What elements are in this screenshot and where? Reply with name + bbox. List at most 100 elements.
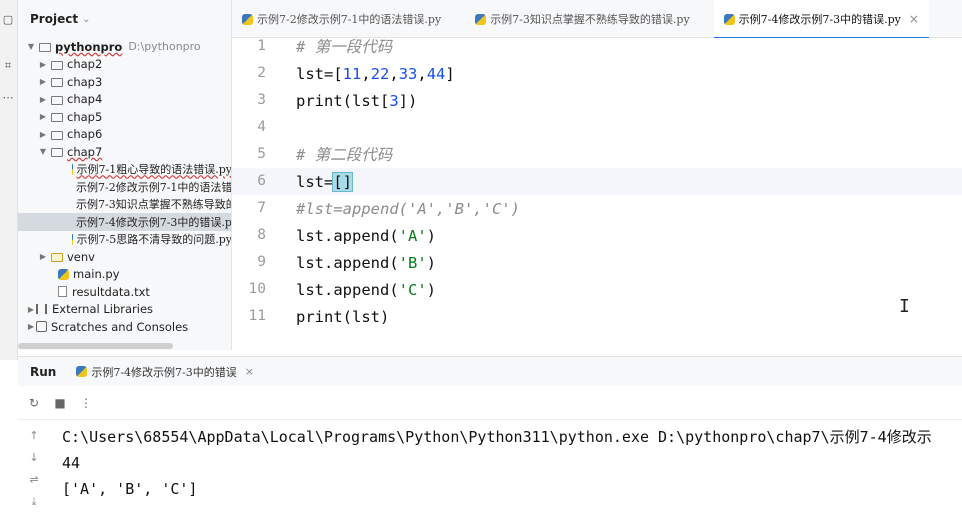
python-file-icon bbox=[723, 13, 735, 25]
code-line-1: # 第一段代码 bbox=[296, 34, 392, 61]
project-horizontal-scrollbar[interactable] bbox=[18, 343, 173, 349]
tree-file-7-5[interactable]: 示例7-5思路不清导致的问题.py bbox=[18, 231, 232, 249]
run-tool-header: Run 示例7-4修改示例7-3中的错误 × bbox=[18, 356, 962, 386]
tree-folder-chap7[interactable]: ▼ chap7 bbox=[18, 143, 231, 161]
folder-icon bbox=[51, 148, 63, 158]
scroll-to-end-icon[interactable]: ⤓ bbox=[24, 492, 44, 512]
root-folder-name: pythonpro bbox=[55, 39, 123, 54]
tab-7-3[interactable]: 示例7-3知识点掌握不熟练导致的错误.py bbox=[465, 0, 699, 38]
folder-icon bbox=[39, 43, 51, 53]
console-line: 44 bbox=[62, 454, 81, 472]
more-options-icon[interactable]: ⋮ bbox=[76, 393, 96, 413]
tree-folder-chap4[interactable]: ▶ chap4 bbox=[18, 91, 231, 109]
editor-tab-bar: 示例7-2修改示例7-1中的语法错误.py 示例7-3知识点掌握不熟练导致的错误… bbox=[232, 0, 962, 39]
folder-icon bbox=[51, 95, 63, 105]
run-config-tab[interactable]: 示例7-4修改示例7-3中的错误 × bbox=[68, 357, 262, 387]
code-line-10: lst.append('C') bbox=[296, 281, 436, 299]
folder-label: chap5 bbox=[67, 109, 103, 124]
project-panel: Project ⌄ ▼ pythonpro D:\pythonpro ▶ cha… bbox=[18, 0, 232, 350]
python-file-icon bbox=[72, 233, 73, 245]
line-number: 10 bbox=[248, 281, 266, 297]
expand-arrow-icon[interactable]: ▼ bbox=[38, 147, 48, 156]
tree-file-7-4[interactable]: 示例7-4修改示例7-3中的错误.py bbox=[18, 213, 231, 231]
tree-folder-venv[interactable]: ▶ venv bbox=[18, 248, 231, 266]
root-folder-path: D:\pythonpro bbox=[128, 40, 201, 54]
tab-7-2[interactable]: 示例7-2修改示例7-1中的语法错误.py bbox=[232, 0, 451, 38]
folder-label: chap2 bbox=[67, 57, 103, 72]
tree-file-main[interactable]: main.py bbox=[18, 266, 231, 284]
line-number: 8 bbox=[257, 227, 266, 243]
tab-7-4[interactable]: 示例7-4修改示例7-3中的错误.py × bbox=[713, 0, 930, 39]
close-icon[interactable]: × bbox=[909, 12, 919, 26]
python-file-icon bbox=[76, 366, 88, 377]
project-tool-icon[interactable]: ▢ bbox=[0, 12, 16, 28]
tree-folder-chap6[interactable]: ▶ chap6 bbox=[18, 126, 231, 144]
comment: # 第一段代码 bbox=[296, 38, 393, 56]
code-line-8: lst.append('A') bbox=[296, 227, 436, 245]
collapse-arrow-icon[interactable]: ▶ bbox=[38, 112, 48, 121]
structure-tool-icon[interactable]: ⌗ bbox=[0, 58, 16, 74]
collapse-arrow-icon[interactable]: ▶ bbox=[38, 60, 48, 69]
console-line: ['A', 'B', 'C'] bbox=[62, 480, 198, 498]
tree-folder-chap5[interactable]: ▶ chap5 bbox=[18, 108, 231, 126]
line-number: 1 bbox=[257, 38, 266, 54]
run-console-output[interactable]: C:\Users\68554\AppData\Local\Programs\Py… bbox=[62, 424, 962, 502]
line-number: 5 bbox=[257, 146, 266, 162]
soft-wrap-icon[interactable]: ⇌ bbox=[24, 470, 44, 490]
code-editor[interactable]: 1 2 3 4 5 6 7 8 9 10 11 # 第一段代码 lst=[11,… bbox=[232, 38, 962, 350]
tab-label: 示例7-4修改示例7-3中的错误.py bbox=[738, 13, 901, 26]
code-line-5: # 第二段代码 bbox=[296, 142, 392, 169]
close-icon[interactable]: × bbox=[245, 365, 254, 378]
tree-folder-chap2[interactable]: ▶ chap2 bbox=[18, 56, 231, 74]
scroll-up-icon[interactable]: ↑ bbox=[24, 426, 44, 446]
collapse-arrow-icon[interactable]: ▶ bbox=[26, 322, 36, 331]
tree-folder-chap3[interactable]: ▶ chap3 bbox=[18, 73, 231, 91]
python-file-icon bbox=[58, 268, 69, 280]
text-cursor-icon: I bbox=[899, 296, 910, 317]
scratches-icon bbox=[36, 321, 47, 333]
collapse-arrow-icon[interactable]: ▶ bbox=[38, 252, 48, 261]
line-number-gutter: 1 2 3 4 5 6 7 8 9 10 11 bbox=[232, 38, 282, 350]
collapse-arrow-icon[interactable]: ▶ bbox=[38, 95, 48, 104]
stop-icon[interactable]: ■ bbox=[50, 393, 70, 413]
folder-label: venv bbox=[67, 249, 95, 264]
folder-icon bbox=[51, 253, 63, 263]
folder-label: chap4 bbox=[67, 92, 103, 107]
line-number: 11 bbox=[248, 308, 266, 324]
collapse-arrow-icon[interactable]: ▶ bbox=[26, 305, 36, 314]
matched-brackets: [] bbox=[332, 172, 353, 192]
file-label: 示例7-1粗心导致的语法错误.py bbox=[76, 163, 232, 177]
folder-icon bbox=[51, 60, 63, 70]
collapse-arrow-icon[interactable]: ▶ bbox=[38, 130, 48, 139]
scroll-down-icon[interactable]: ↓ bbox=[24, 448, 44, 468]
expand-arrow-icon[interactable]: ▼ bbox=[26, 42, 36, 51]
folder-icon bbox=[51, 78, 63, 88]
line-number: 6 bbox=[257, 173, 266, 189]
tree-file-7-2[interactable]: 示例7-2修改示例7-1中的语法错误.py bbox=[18, 178, 231, 196]
activity-bar: ▢ ⌗ ⋯ bbox=[0, 0, 18, 360]
tree-external-libraries[interactable]: ▶ External Libraries bbox=[18, 301, 231, 319]
comment: #lst=append('A','B','C') bbox=[296, 200, 520, 218]
python-file-icon bbox=[242, 13, 253, 25]
project-title: Project bbox=[30, 12, 79, 26]
line-number: 2 bbox=[257, 65, 266, 81]
file-label: resultdata.txt bbox=[72, 284, 150, 299]
line-number: 3 bbox=[257, 92, 266, 108]
tree-root[interactable]: ▼ pythonpro D:\pythonpro bbox=[18, 38, 231, 56]
library-icon bbox=[36, 304, 47, 315]
file-label: 示例7-5思路不清导致的问题.py bbox=[76, 233, 232, 247]
file-label: 示例7-3知识点掌握不熟练导致的错误.py bbox=[76, 198, 231, 212]
rerun-icon[interactable]: ↻ bbox=[24, 393, 44, 413]
chevron-down-icon[interactable]: ⌄ bbox=[82, 14, 90, 25]
code-line-7: #lst=append('A','B','C') bbox=[296, 196, 520, 223]
more-tools-icon[interactable]: ⋯ bbox=[0, 90, 16, 106]
tree-file-resultdata[interactable]: resultdata.txt bbox=[18, 283, 231, 301]
run-tab-label: 示例7-4修改示例7-3中的错误 bbox=[91, 365, 237, 379]
tree-scratches[interactable]: ▶ Scratches and Consoles bbox=[18, 318, 231, 336]
comment: # 第二段代码 bbox=[296, 146, 393, 164]
project-header[interactable]: Project ⌄ bbox=[18, 0, 231, 38]
folder-label: chap7 bbox=[67, 144, 103, 159]
collapse-arrow-icon[interactable]: ▶ bbox=[38, 77, 48, 86]
tree-file-7-1[interactable]: 示例7-1粗心导致的语法错误.py bbox=[18, 161, 232, 179]
tree-file-7-3[interactable]: 示例7-3知识点掌握不熟练导致的错误.py bbox=[18, 196, 231, 214]
